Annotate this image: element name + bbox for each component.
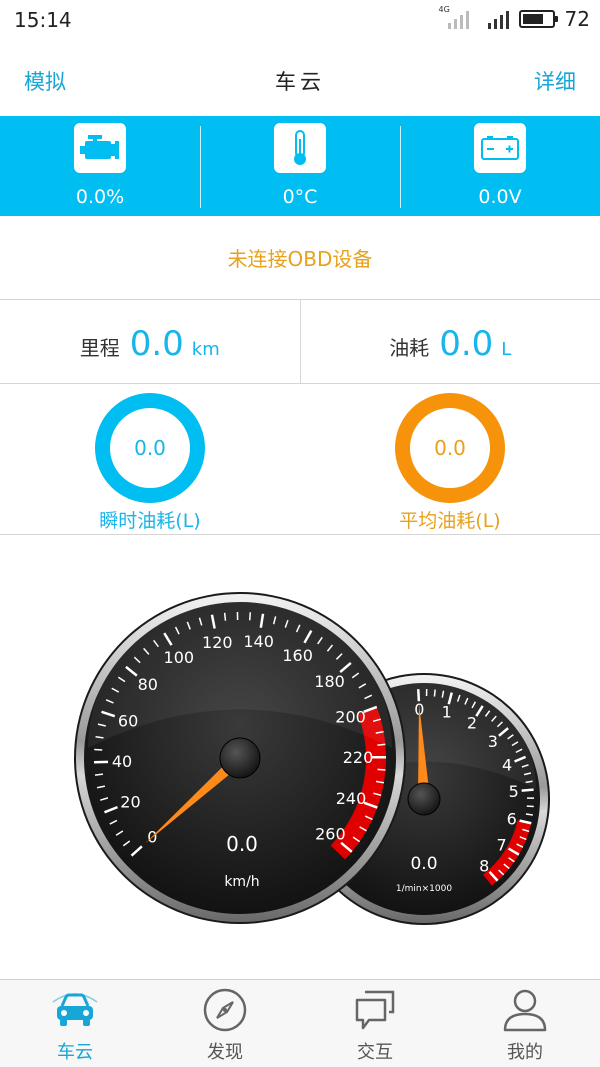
speedometer-tick-label: 160 (282, 646, 313, 665)
details-button[interactable]: 详细 (534, 66, 576, 96)
instant-consumption-label: 瞬时油耗(L) (99, 510, 201, 532)
user-icon (503, 989, 547, 1032)
tachometer-minor-tick (525, 813, 533, 816)
app-screen: 15:14 4G 72 模拟 车云 详细 0.0% 0°C 0.0V 未连接OB… (0, 0, 600, 1067)
speedometer-value: 0.0 (226, 832, 258, 856)
gauge-cluster: 0123456780.01/min×1000 02040608010012014… (0, 536, 600, 979)
status-bar: 15:14 4G 72 (0, 0, 600, 42)
sensor-battery-voltage[interactable]: 0.0V (400, 116, 600, 216)
trip-stats: 里程 0.0 km 油耗 0.0 L (0, 300, 600, 384)
speedometer-unit: km/h (224, 874, 259, 890)
speedometer-tick-label: 60 (118, 711, 138, 730)
tab-car-cloud[interactable]: 车云 (0, 980, 150, 1067)
battery-status-icon (518, 10, 558, 28)
battery-icon (474, 123, 526, 173)
tachometer-tick-label: 6 (507, 810, 517, 829)
tab-label: 我的 (507, 1042, 543, 1063)
battery-voltage-value: 0.0V (478, 186, 522, 208)
obd-status-message[interactable]: 未连接OBD设备 (0, 216, 600, 300)
tachometer-tick-label: 2 (467, 714, 477, 733)
tachometer-tick-label: 7 (497, 835, 507, 854)
fuel-unit: L (501, 339, 512, 360)
average-consumption: 0.0 平均油耗(L) (380, 393, 520, 533)
status-time: 15:14 (14, 8, 72, 32)
chat-icon (355, 990, 395, 1030)
speedometer-tick-label: 240 (336, 789, 367, 808)
tachometer-hub (407, 782, 441, 816)
battery-level: 72 (564, 7, 590, 31)
tachometer-tick-label: 5 (509, 782, 519, 801)
average-consumption-ring: 0.0 (395, 393, 505, 503)
speedometer-minor-tick (377, 768, 386, 771)
fuel-consumption-rings: 0.0 瞬时油耗(L) 0.0 平均油耗(L) (0, 385, 600, 535)
speedometer-tick-label: 180 (314, 672, 345, 691)
instant-consumption: 0.0 瞬时油耗(L) (80, 393, 220, 533)
speedometer-tick-label: 260 (315, 825, 346, 844)
average-consumption-label: 平均油耗(L) (399, 510, 501, 532)
page-title: 车云 (275, 70, 325, 94)
engine-icon (74, 123, 126, 173)
speedometer-tick-label: 80 (138, 675, 158, 694)
engine-load-value: 0.0% (75, 186, 125, 208)
tachometer-major-tick (521, 788, 534, 792)
nav-bar: 模拟 车云 详细 (0, 42, 600, 116)
speedometer-minor-tick (94, 773, 104, 776)
tab-profile[interactable]: 我的 (450, 980, 600, 1067)
speedometer-hub (219, 737, 261, 779)
sensor-coolant-temp[interactable]: 0°C (200, 116, 400, 216)
speedometer-minor-tick (223, 612, 227, 621)
speedometer-minor-tick (248, 612, 252, 621)
coolant-temp-value: 0°C (282, 186, 318, 208)
mileage-label: 里程 (79, 336, 120, 360)
signal-icon (479, 7, 509, 31)
speedometer-tick-label: 140 (243, 632, 274, 651)
speedometer-tick-label: 220 (343, 748, 374, 767)
car-icon (52, 993, 98, 1026)
speedometer-tick-label: 200 (335, 708, 366, 727)
mileage-unit: km (191, 339, 220, 360)
fuel-value: 0.0 (439, 324, 494, 364)
tab-label: 发现 (207, 1042, 243, 1063)
fuel-label: 油耗 (389, 336, 430, 360)
mileage-value: 0.0 (129, 324, 184, 364)
tab-label: 车云 (57, 1042, 93, 1063)
tachometer-tick-label: 1 (442, 703, 452, 722)
speedometer-tick-label: 20 (120, 793, 140, 812)
sensor-band: 0.0% 0°C 0.0V (0, 116, 600, 216)
cellular-4g-icon: 4G (439, 5, 469, 31)
thermometer-icon (274, 123, 326, 173)
fuel-stat: 油耗 0.0 L (299, 300, 600, 383)
speedometer-tick-label: 100 (164, 648, 195, 667)
mileage-stat: 里程 0.0 km (0, 300, 300, 383)
sensor-engine-load[interactable]: 0.0% (0, 116, 200, 216)
tachometer-tick-label: 4 (502, 755, 512, 774)
speedometer-tick-label: 120 (202, 633, 233, 652)
tachometer-unit: 1/min×1000 (396, 884, 452, 894)
tachometer-tick-label: 3 (488, 732, 498, 751)
tachometer-tick-label: 8 (479, 857, 489, 876)
tab-discover[interactable]: 发现 (150, 980, 300, 1067)
tachometer-value: 0.0 (410, 854, 437, 874)
bottom-tab-bar: 车云 发现 交互 我的 (0, 979, 600, 1067)
tab-label: 交互 (357, 1042, 393, 1063)
gauge-cluster-svg: 0123456780.01/min×1000 02040608010012014… (74, 592, 550, 925)
tachometer-minor-tick (433, 689, 436, 697)
compass-icon (203, 988, 247, 1032)
speedometer-tick-label: 40 (112, 752, 132, 771)
instant-consumption-ring: 0.0 (95, 393, 205, 503)
status-indicators: 4G 72 (439, 5, 590, 31)
speedometer-minor-tick (377, 743, 386, 746)
tab-interact[interactable]: 交互 (300, 980, 450, 1067)
